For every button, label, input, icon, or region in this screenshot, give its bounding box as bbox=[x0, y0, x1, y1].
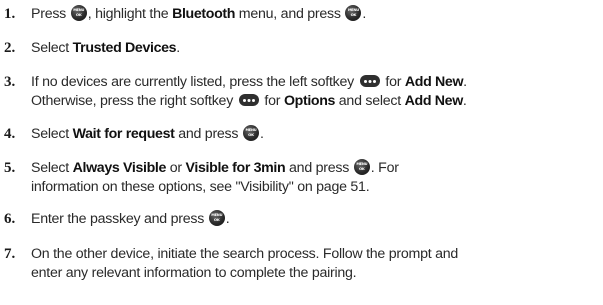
step-number: 4. bbox=[4, 126, 16, 142]
step-line: If no devices are currently listed, pres… bbox=[31, 72, 467, 92]
step-text: . For bbox=[370, 160, 399, 176]
step-line: information on these options, see "Visib… bbox=[31, 177, 370, 197]
softkey-icon bbox=[359, 75, 380, 87]
menu-ok-key-icon bbox=[353, 159, 370, 175]
step-line: Enter the passkey and press . bbox=[31, 209, 230, 229]
step-text: or bbox=[166, 160, 186, 176]
step-number: 7. bbox=[4, 246, 16, 262]
step-text: . bbox=[259, 126, 264, 142]
menu-term: Visible for 3min bbox=[185, 160, 286, 176]
instruction-list: 1. Press , highlight the Bluetooth menu,… bbox=[0, 0, 603, 305]
step-number: 2. bbox=[4, 40, 16, 56]
step-text: On the other device, initiate the search… bbox=[31, 246, 459, 262]
step-text: Select bbox=[31, 40, 73, 56]
step-text: and select bbox=[335, 93, 405, 109]
step-text: for bbox=[260, 93, 284, 109]
step-text: Press bbox=[31, 6, 70, 22]
menu-term: Trusted Devices bbox=[72, 40, 177, 56]
step-text: Select bbox=[31, 126, 73, 142]
menu-ok-key-icon bbox=[345, 5, 362, 21]
step-text: for bbox=[381, 74, 405, 90]
step-number: 5. bbox=[4, 160, 16, 176]
step-line: enter any relevant information to comple… bbox=[31, 263, 357, 283]
step-line: Select Wait for request and press . bbox=[31, 124, 264, 144]
step-line: Otherwise, press the right softkey for O… bbox=[31, 91, 467, 111]
step-number: 6. bbox=[4, 211, 16, 227]
menu-ok-key-icon bbox=[242, 125, 259, 141]
menu-term: Add New bbox=[404, 74, 464, 90]
step-line: On the other device, initiate the search… bbox=[31, 244, 458, 264]
step-text: Otherwise, press the right softkey bbox=[31, 93, 237, 109]
step-text: menu, and press bbox=[235, 6, 345, 22]
step-number: 3. bbox=[4, 74, 16, 90]
step-text: , highlight the bbox=[87, 6, 173, 22]
step-text: Enter the passkey and press bbox=[31, 211, 208, 227]
menu-ok-key-icon bbox=[208, 210, 225, 226]
step-text: . bbox=[176, 40, 180, 56]
step-text: and press bbox=[285, 160, 353, 176]
step-text: If no devices are currently listed, pres… bbox=[31, 74, 358, 90]
menu-term: Bluetooth bbox=[172, 6, 236, 22]
step-text: . bbox=[462, 93, 467, 109]
step-text: . bbox=[463, 74, 467, 90]
menu-ok-key-icon bbox=[70, 5, 87, 21]
menu-term: Always Visible bbox=[72, 160, 167, 176]
step-text: and press bbox=[174, 126, 242, 142]
menu-term: Options bbox=[283, 93, 336, 109]
step-number: 1. bbox=[4, 6, 16, 22]
step-text: information on these options, see "Visib… bbox=[31, 179, 370, 195]
step-line: Press , highlight the Bluetooth menu, an… bbox=[31, 4, 366, 24]
softkey-icon bbox=[238, 94, 259, 106]
menu-term: Wait for request bbox=[72, 126, 175, 142]
step-line: Select Trusted Devices. bbox=[31, 38, 180, 58]
step-text: enter any relevant information to comple… bbox=[31, 265, 357, 281]
step-line: Select Always Visible or Visible for 3mi… bbox=[31, 158, 399, 178]
step-text: Select bbox=[31, 160, 73, 176]
menu-term: Add New bbox=[404, 93, 464, 109]
step-text: . bbox=[225, 211, 230, 227]
step-text: . bbox=[362, 6, 367, 22]
